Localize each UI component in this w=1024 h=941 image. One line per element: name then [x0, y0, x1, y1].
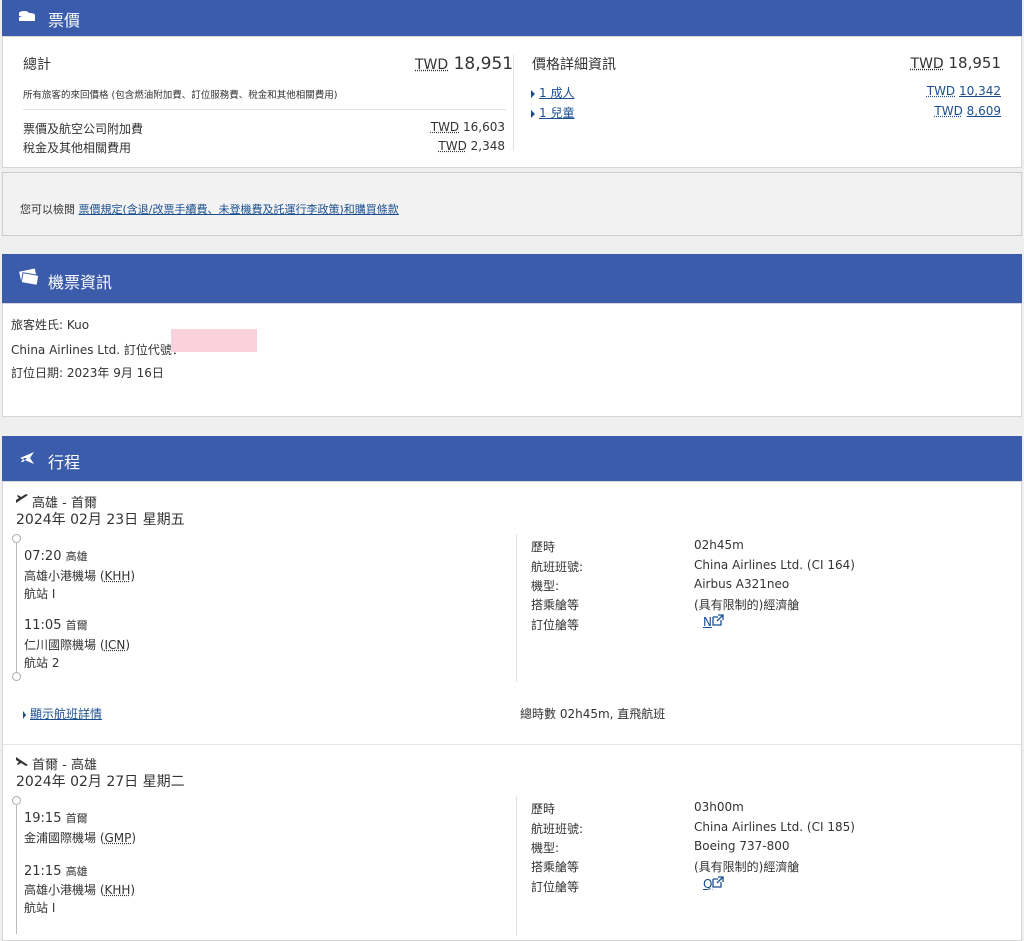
arrival-airport: 仁川國際機場 (ICN): [24, 638, 131, 652]
itinerary-title: 行程: [48, 453, 81, 472]
departure-airport: 金浦國際機場 (GMP): [24, 831, 137, 845]
detail-label: 航班班號:: [531, 560, 584, 574]
detail-label: 歷時: [531, 540, 556, 554]
flight-duration: 03h00m: [694, 800, 744, 814]
flight-number: China Airlines Ltd. (CI 185): [694, 820, 855, 834]
itinerary-panel: 高雄 - 首爾 2024年 02月 23日 星期五 07:20 高雄 高雄小港機…: [2, 481, 1022, 941]
external-link-icon: [712, 614, 724, 629]
arrival-airport: 高雄小港機場 (KHH): [24, 883, 136, 897]
column-divider: [516, 796, 517, 936]
total-label: 總計: [23, 57, 51, 73]
expand-triangle-icon: [23, 710, 26, 719]
fare-header: 票價: [2, 0, 1022, 36]
flight-duration: 02h45m: [694, 538, 744, 552]
flight-separator: [3, 744, 1021, 745]
fare-note: 所有旅客的來回價格 (包含燃油附加費、訂位服務費、稅金和其他相關費用): [23, 90, 338, 101]
divider: [23, 109, 506, 110]
external-link-icon: [712, 876, 725, 891]
flight-date: 2024年 02月 23日 星期五: [16, 512, 185, 528]
detail-label: 航班班號:: [531, 822, 584, 836]
fare-line-label: 稅金及其他相關費用: [23, 141, 132, 155]
flight-number: China Airlines Ltd. (CI 164): [694, 558, 855, 572]
ticket-title: 機票資訊: [48, 273, 113, 292]
booking-code-redacted: [171, 329, 257, 352]
detail-label: 訂位艙等: [531, 880, 580, 894]
detail-total-price: TWD 18,951: [910, 54, 1001, 72]
column-divider: [513, 55, 514, 151]
plane-icon: [18, 449, 36, 470]
plane-depart-icon: [15, 493, 29, 508]
expand-triangle-icon: [531, 89, 535, 98]
arrival-time: 21:15 高雄: [24, 864, 88, 879]
timeline-dot: [12, 672, 21, 681]
booking-class-link[interactable]: N: [703, 614, 724, 629]
departure-time: 07:20 高雄: [24, 549, 88, 564]
cabin-class: (具有限制的)經濟艙: [694, 598, 800, 612]
passenger-adult-link[interactable]: 1 成人: [531, 84, 574, 101]
column-divider: [516, 534, 517, 682]
timeline-line: [16, 804, 17, 934]
booking-date: 訂位日期: 2023年 9月 16日: [11, 366, 164, 380]
timeline-line: [16, 542, 17, 672]
arrival-terminal: 航站 2: [24, 656, 60, 670]
flight-date: 2024年 02月 27日 星期二: [16, 774, 185, 790]
detail-label: 歷時: [531, 802, 556, 816]
ticket-panel: 旅客姓氏: Kuo China Airlines Ltd. 訂位代號： 訂位日期…: [2, 303, 1022, 417]
arrival-terminal: 航站 I: [24, 901, 56, 915]
fare-line-amount: TWD 16,603: [430, 120, 505, 134]
fare-line-label: 票價及航空公司附加費: [23, 122, 144, 136]
fare-rules-text: 您可以檢閱 票價規定(含退/改票手續費、未登機費及託運行李政策)和購買條款: [20, 203, 399, 216]
passenger-surname: 旅客姓氏: Kuo: [11, 318, 90, 332]
fare-title: 票價: [48, 11, 81, 30]
ticket-icon: [18, 268, 40, 289]
ticket-header: 機票資訊: [2, 254, 1022, 303]
aircraft-type: Airbus A321neo: [694, 577, 790, 591]
aircraft-type: Boeing 737-800: [694, 839, 790, 853]
passenger-adult-amount: TWD 10,342: [926, 84, 1001, 98]
detail-label: 機型:: [531, 579, 560, 593]
departure-time: 19:15 首爾: [24, 811, 88, 826]
departure-airport: 高雄小港機場 (KHH): [24, 569, 136, 583]
fare-rules-link[interactable]: 票價規定(含退/改票手續費、未登機費及託運行李政策)和購買條款: [79, 203, 399, 216]
coins-icon: [18, 9, 36, 28]
cabin-class: (具有限制的)經濟艙: [694, 860, 800, 874]
flight-summary: 總時數 02h45m, 直飛航班: [520, 707, 666, 721]
fare-line-amount: TWD 2,348: [438, 139, 505, 153]
detail-label: 機型:: [531, 841, 560, 855]
detail-label: 搭乘艙等: [531, 598, 580, 612]
detail-label: 訂位艙等: [531, 618, 580, 632]
fare-rules-box: 您可以檢閱 票價規定(含退/改票手續費、未登機費及託運行李政策)和購買條款: [2, 172, 1022, 236]
passenger-child-link[interactable]: 1 兒童: [531, 104, 574, 121]
booking-class-link[interactable]: Q: [703, 876, 725, 891]
passenger-child-amount: TWD 8,609: [934, 104, 1001, 118]
detail-label: 搭乘艙等: [531, 860, 580, 874]
show-flight-details-link[interactable]: 顯示航班詳情: [23, 705, 102, 722]
plane-arrive-icon: [15, 755, 29, 770]
arrival-time: 11:05 首爾: [24, 618, 88, 633]
total-price: TWD 18,951: [415, 54, 514, 74]
booking-code-label: China Airlines Ltd. 訂位代號：: [11, 343, 184, 357]
price-detail-title: 價格詳細資訊: [532, 57, 616, 73]
itinerary-header: 行程: [2, 436, 1022, 481]
fare-panel: 總計 TWD 18,951 所有旅客的來回價格 (包含燃油附加費、訂位服務費、稅…: [2, 36, 1022, 168]
expand-triangle-icon: [531, 109, 535, 118]
departure-terminal: 航站 I: [24, 587, 56, 601]
